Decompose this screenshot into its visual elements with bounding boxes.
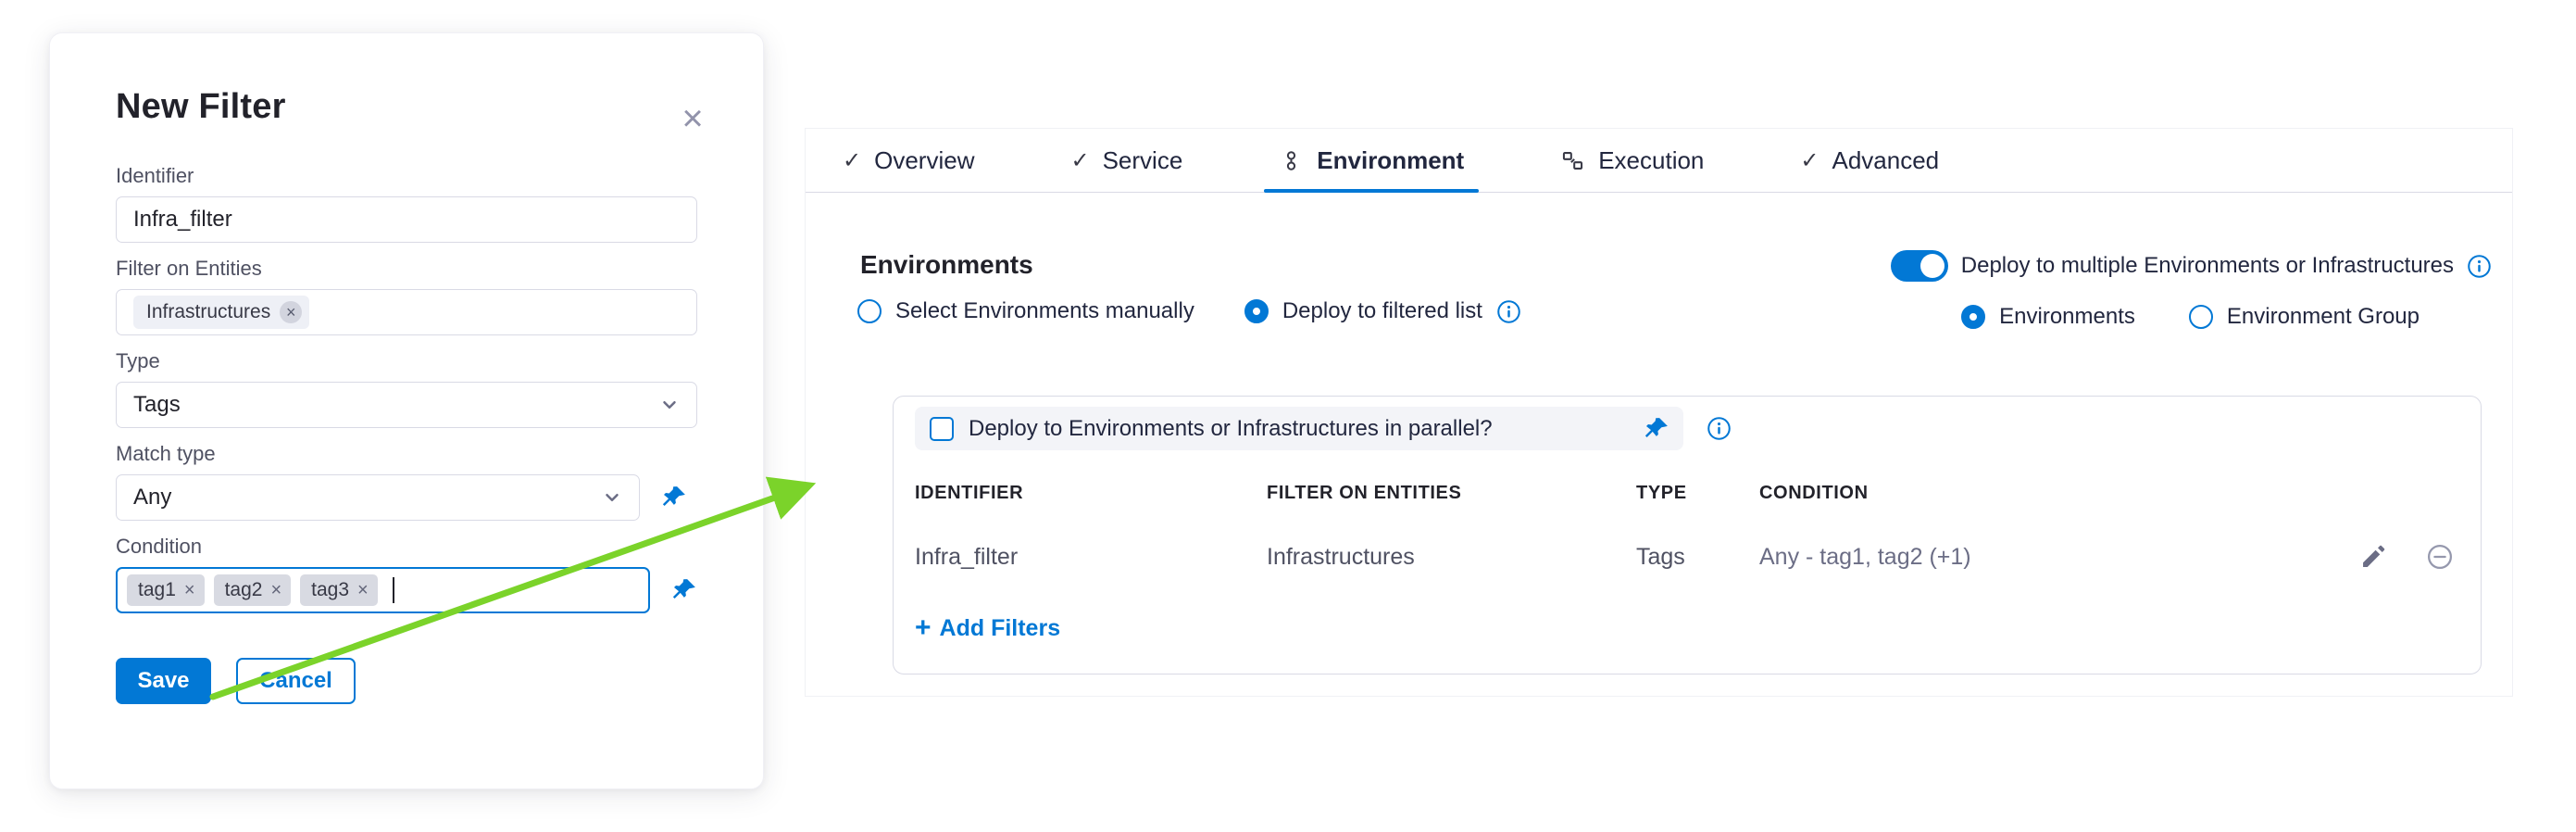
check-icon: ✓	[1070, 147, 1089, 174]
radio-environment-group[interactable]: Environment Group	[2189, 304, 2420, 330]
row-identifier: Infra_filter	[915, 544, 1267, 571]
cancel-button[interactable]: Cancel	[236, 658, 356, 704]
tag-remove-icon[interactable]: ×	[357, 580, 369, 601]
tab-label: Environment	[1317, 146, 1464, 175]
row-type: Tags	[1636, 544, 1759, 571]
match-type-value: Any	[133, 485, 171, 511]
radio-label: Environments	[1999, 304, 2135, 330]
tab-label: Advanced	[1832, 146, 1940, 175]
col-header-type: TYPE	[1636, 483, 1759, 504]
text-caret	[393, 577, 394, 603]
tab-execution[interactable]: Execution	[1557, 129, 1707, 192]
pin-icon[interactable]	[1643, 415, 1670, 443]
chevron-down-icon	[602, 487, 622, 508]
new-filter-modal: New Filter × Identifier Infra_filter Fil…	[49, 32, 764, 789]
col-header-identifier: IDENTIFIER	[915, 483, 1267, 504]
type-select[interactable]: Tags	[116, 382, 697, 428]
page: New Filter × Identifier Infra_filter Fil…	[0, 0, 2576, 832]
tag-remove-icon[interactable]: ×	[270, 580, 281, 601]
environments-heading: Environments	[860, 250, 1033, 280]
filters-panel: Deploy to Environments or Infrastructure…	[893, 396, 2482, 674]
pin-icon[interactable]	[670, 576, 698, 604]
tab-service[interactable]: ✓ Service	[1067, 129, 1186, 192]
tab-label: Service	[1103, 146, 1183, 175]
match-type-select[interactable]: Any	[116, 474, 640, 521]
col-header-entities: FILTER ON ENTITIES	[1267, 483, 1636, 504]
radio-deploy-filtered-list[interactable]: Deploy to filtered list	[1244, 298, 1521, 324]
entities-label: Filter on Entities	[116, 257, 698, 281]
identifier-value: Infra_filter	[133, 207, 232, 233]
toggle-knob	[1920, 254, 1945, 278]
chip-remove-icon[interactable]: ×	[280, 301, 302, 323]
type-label: Type	[116, 349, 698, 373]
execution-icon	[1560, 148, 1585, 173]
condition-tag: tag2 ×	[214, 574, 292, 606]
tab-environment[interactable]: Environment	[1275, 129, 1468, 192]
condition-label: Condition	[116, 535, 698, 559]
check-icon: ✓	[843, 147, 861, 174]
radio-label: Select Environments manually	[895, 298, 1194, 324]
type-value: Tags	[133, 392, 181, 418]
identifier-label: Identifier	[116, 164, 698, 188]
close-icon[interactable]: ×	[674, 100, 711, 137]
row-entities: Infrastructures	[1267, 544, 1636, 571]
tag-label: tag1	[138, 579, 176, 601]
condition-field-group: Condition tag1 × tag2 × tag3 ×	[116, 535, 698, 613]
parallel-checkbox[interactable]	[930, 417, 954, 441]
info-icon[interactable]	[1496, 299, 1521, 324]
environment-tab-content: Environments Select Environments manuall…	[806, 193, 2512, 697]
radio-selected-icon[interactable]	[1961, 305, 1985, 329]
check-icon: ✓	[1800, 147, 1819, 174]
plus-icon: +	[915, 612, 932, 644]
parallel-checkbox-label: Deploy to Environments or Infrastructure…	[969, 416, 1493, 442]
condition-tag: tag3 ×	[300, 574, 378, 606]
pin-icon[interactable]	[660, 484, 688, 511]
type-field-group: Type Tags	[116, 349, 698, 428]
add-filters-button[interactable]: + Add Filters	[915, 608, 1060, 649]
radio-icon[interactable]	[857, 299, 882, 323]
filter-table-row: Infra_filter Infrastructures Tags Any - …	[894, 534, 2481, 580]
radio-label: Environment Group	[2227, 304, 2420, 330]
multi-env-toggle-label: Deploy to multiple Environments or Infra…	[1961, 253, 2454, 279]
tag-remove-icon[interactable]: ×	[184, 580, 195, 601]
chevron-down-icon	[659, 395, 680, 415]
condition-tag: tag1 ×	[127, 574, 205, 606]
add-filters-label: Add Filters	[940, 615, 1061, 642]
radio-selected-icon[interactable]	[1244, 299, 1269, 323]
tab-advanced[interactable]: ✓ Advanced	[1796, 129, 1943, 192]
entities-field-group: Filter on Entities Infrastructures ×	[116, 257, 698, 335]
row-condition: Any - tag1, tag2 (+1)	[1759, 544, 2302, 571]
entities-chip-label: Infrastructures	[146, 301, 270, 323]
entities-chip: Infrastructures ×	[133, 296, 309, 329]
info-icon[interactable]	[1707, 416, 1732, 441]
save-button[interactable]: Save	[116, 658, 211, 704]
remove-circle-icon[interactable]	[2426, 543, 2454, 571]
modal-title: New Filter	[116, 87, 698, 127]
tag-label: tag3	[311, 579, 349, 601]
condition-tags-input[interactable]: tag1 × tag2 × tag3 ×	[116, 567, 650, 613]
match-type-label: Match type	[116, 442, 698, 466]
radio-select-manually[interactable]: Select Environments manually	[857, 298, 1194, 324]
stage-tabbar: ✓ Overview ✓ Service Environment Executi…	[806, 129, 2512, 193]
tab-overview[interactable]: ✓ Overview	[839, 129, 978, 192]
tab-label: Execution	[1598, 146, 1704, 175]
filters-table-header: IDENTIFIER FILTER ON ENTITIES TYPE CONDI…	[894, 478, 2481, 508]
radio-environments[interactable]: Environments	[1961, 304, 2135, 330]
col-header-condition: CONDITION	[1759, 483, 2302, 504]
identifier-input[interactable]: Infra_filter	[116, 196, 697, 243]
identifier-field-group: Identifier Infra_filter	[116, 164, 698, 243]
deploy-parallel-row: Deploy to Environments or Infrastructure…	[915, 407, 1683, 450]
multi-env-toggle[interactable]	[1891, 250, 1948, 282]
entities-input[interactable]: Infrastructures ×	[116, 289, 697, 335]
edit-icon[interactable]	[2359, 543, 2387, 571]
match-type-field-group: Match type Any	[116, 442, 698, 521]
tab-label: Overview	[874, 146, 974, 175]
radio-label: Deploy to filtered list	[1282, 298, 1482, 324]
info-icon[interactable]	[2467, 254, 2492, 279]
radio-icon[interactable]	[2189, 305, 2213, 329]
tag-label: tag2	[225, 579, 263, 601]
stage-config-panel: ✓ Overview ✓ Service Environment Executi…	[805, 128, 2513, 697]
environment-icon	[1279, 148, 1304, 173]
